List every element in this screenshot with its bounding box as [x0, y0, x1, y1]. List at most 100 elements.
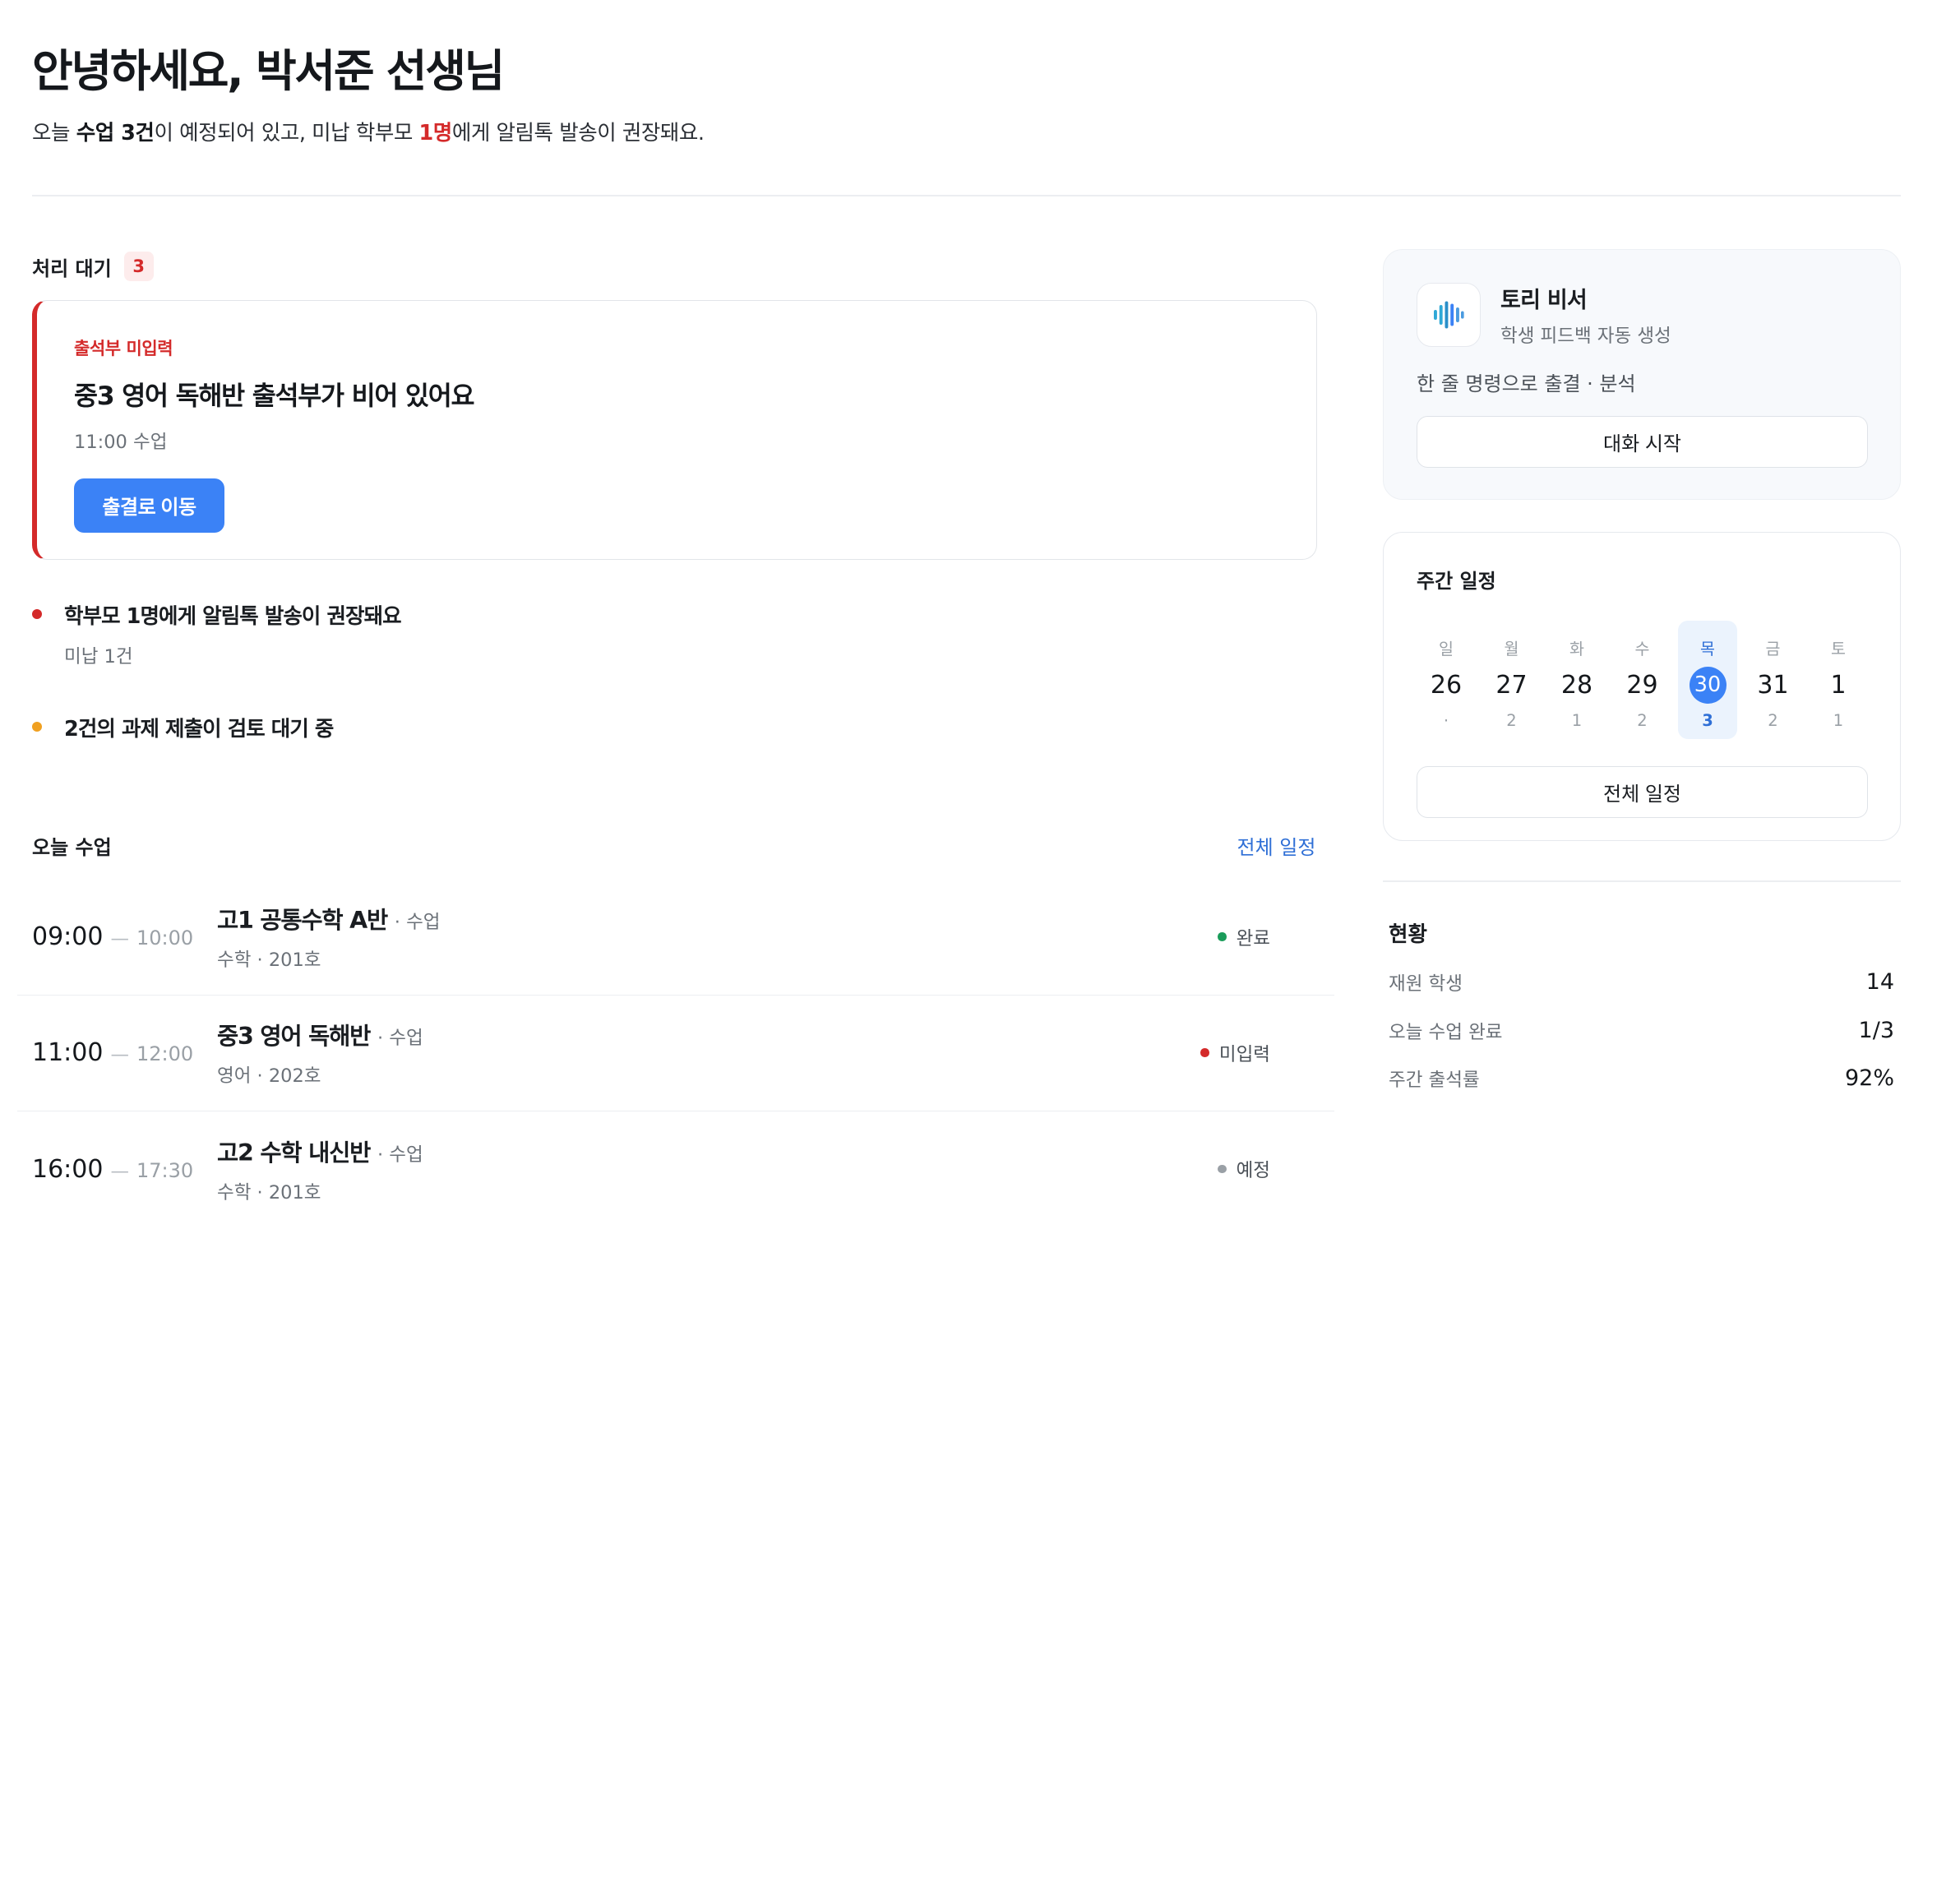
- class-kind: · 수업: [394, 912, 441, 933]
- day-count: 1: [1833, 710, 1844, 730]
- notice-item-unpaid[interactable]: 학부모 1명에게 알림톡 발송이 권장돼요 미납 1건: [32, 599, 402, 668]
- class-name-text: 중3 영어 독해반: [217, 1023, 371, 1050]
- class-info: 중3 영어 독해반 · 수업 영어 · 202호: [217, 1018, 1186, 1088]
- today-classes-title: 오늘 수업: [32, 836, 112, 859]
- class-info: 고2 수학 내신반 · 수업 수학 · 201호: [217, 1134, 1186, 1204]
- class-row[interactable]: 16:00 — 17:30 고2 수학 내신반 · 수업 수학 · 201호 예정: [17, 1111, 1334, 1227]
- class-room: 수학 · 201호: [217, 1181, 321, 1204]
- day-weekday: 월: [1504, 639, 1519, 658]
- notice-dot-orange: [32, 721, 42, 732]
- today-summary: 오늘 수업 3건이 예정되어 있고, 미납 학부모 1명에게 알림톡 발송이 권…: [32, 116, 705, 146]
- assistant-header: 토리 비서 학생 피드백 자동 생성: [1417, 282, 1866, 348]
- class-start: 11:00: [32, 1038, 104, 1067]
- summary-parent-count: 1명: [418, 121, 453, 146]
- header-divider: [32, 195, 1901, 196]
- class-row[interactable]: 11:00 — 12:00 중3 영어 독해반 · 수업 영어 · 202호 미입력: [17, 996, 1334, 1111]
- time-dash: —: [110, 1044, 129, 1065]
- status-label: 완료: [1236, 927, 1270, 950]
- day-count: 2: [1637, 710, 1648, 730]
- class-name: 중3 영어 독해반 · 수업: [217, 1018, 1186, 1051]
- time-dash: —: [110, 1160, 129, 1182]
- attendance-alert-card: 출석부 미입력 중3 영어 독해반 출석부가 비어 있어요 11:00 수업 출…: [32, 299, 1317, 560]
- class-time: 09:00 — 10:00: [17, 922, 217, 951]
- class-status: 완료: [1186, 924, 1334, 950]
- day-count: 2: [1506, 710, 1517, 730]
- summary-mid: 이 예정되어 있고, 미납 학부모: [154, 121, 419, 146]
- notice-sub: 미납 1건: [64, 646, 133, 668]
- assistant-command-hint: 한 줄 명령으로 출결 · 분석: [1417, 372, 1636, 395]
- day-cell[interactable]: 금 31 2: [1744, 621, 1803, 739]
- class-status: 예정: [1186, 1156, 1334, 1182]
- class-name: 고1 공통수학 A반 · 수업: [217, 902, 1186, 936]
- class-kind: · 수업: [377, 1028, 423, 1049]
- class-status: 미입력: [1186, 1040, 1334, 1066]
- day-weekday: 화: [1569, 639, 1584, 658]
- day-cell[interactable]: 월 27 2: [1482, 621, 1542, 739]
- status-dot: [1218, 932, 1227, 941]
- day-count: 1: [1571, 710, 1583, 730]
- stat-value: 92%: [1844, 1065, 1894, 1091]
- class-row[interactable]: 09:00 — 10:00 고1 공통수학 A반 · 수업 수학 · 201호 완료: [17, 880, 1334, 996]
- class-room: 수학 · 201호: [217, 950, 321, 971]
- class-name: 고2 수학 내신반 · 수업: [217, 1134, 1186, 1168]
- day-number: 26: [1430, 670, 1463, 700]
- day-cell[interactable]: 토 1 1: [1809, 621, 1868, 739]
- day-cell[interactable]: 화 28 1: [1547, 621, 1606, 739]
- class-room: 영어 · 202호: [217, 1065, 321, 1087]
- day-count: 2: [1768, 710, 1778, 730]
- class-name-text: 고1 공통수학 A반: [217, 907, 388, 934]
- pending-section-title: 처리 대기 3: [32, 252, 154, 281]
- stat-label: 오늘 수업 완료: [1389, 1021, 1503, 1043]
- class-time: 16:00 — 17:30: [17, 1155, 217, 1184]
- pending-title-label: 처리 대기: [32, 256, 112, 280]
- summary-prefix: 오늘: [32, 121, 76, 146]
- assistant-card: 토리 비서 학생 피드백 자동 생성 한 줄 명령으로 출결 · 분석 대화 시…: [1382, 249, 1901, 500]
- day-weekday: 금: [1765, 639, 1781, 658]
- weekly-schedule-title: 주간 일정: [1417, 569, 1496, 593]
- stat-value: 1/3: [1858, 1017, 1894, 1043]
- weekly-schedule-card: 주간 일정 일 26 · 월 27 2 화 28 1 수 29 2 목 30 3 금 31 2 토11 …: [1382, 531, 1901, 841]
- day-number: 30: [1689, 666, 1727, 704]
- day-number: 1: [1830, 670, 1847, 700]
- stat-row: 재원 학생 14: [1389, 969, 1894, 996]
- class-info: 고1 공통수학 A반 · 수업 수학 · 201호: [217, 902, 1186, 972]
- start-chat-button[interactable]: 대화 시작: [1417, 416, 1868, 468]
- notice-item-assignments[interactable]: 2건의 과제 제출이 검토 대기 중: [32, 712, 334, 742]
- summary-class-count: 수업 3건: [76, 121, 155, 146]
- status-dot: [1218, 1164, 1227, 1174]
- assistant-desc: 학생 피드백 자동 생성: [1500, 326, 1671, 347]
- summary-suffix: 에게 알림톡 발송이 권장돼요.: [451, 121, 705, 146]
- notice-title: 학부모 1명에게 알림톡 발송이 권장돼요: [64, 604, 402, 629]
- alert-time: 11:00 수업: [74, 431, 168, 453]
- stats-divider: [1382, 880, 1901, 882]
- day-cell[interactable]: 일 26 ·: [1417, 621, 1476, 739]
- stat-value: 14: [1865, 969, 1894, 995]
- notice-title: 2건의 과제 제출이 검토 대기 중: [64, 716, 334, 742]
- day-count: 3: [1702, 710, 1713, 730]
- day-cell[interactable]: 수 29 2: [1613, 621, 1672, 739]
- pending-count-badge: 3: [123, 252, 154, 281]
- day-cell-today[interactable]: 목 30 3: [1678, 620, 1737, 739]
- dashboard-page: 안녕하세요, 박서준 선생님 오늘 수업 3건이 예정되어 있고, 미납 학부모…: [0, 0, 1960, 1265]
- class-end: 10:00: [136, 926, 194, 950]
- stat-label: 주간 출석률: [1389, 1070, 1480, 1091]
- status-dot: [1200, 1048, 1209, 1057]
- assistant-logo-icon: [1417, 283, 1481, 347]
- class-end: 12:00: [136, 1042, 194, 1065]
- view-all-schedule-link[interactable]: 전체 일정: [1237, 831, 1316, 860]
- notice-dot-red: [32, 609, 42, 619]
- greeting-title: 안녕하세요, 박서준 선생님: [32, 45, 505, 97]
- day-number: 27: [1495, 670, 1528, 700]
- status-label: 미입력: [1218, 1043, 1270, 1065]
- day-weekday: 일: [1439, 639, 1454, 658]
- stat-label: 재원 학생: [1389, 973, 1463, 995]
- class-name-text: 고2 수학 내신반: [217, 1139, 371, 1167]
- day-number: 28: [1560, 670, 1593, 700]
- go-to-attendance-button[interactable]: 출결로 이동: [74, 478, 224, 533]
- class-end: 17:30: [136, 1158, 194, 1182]
- stats-title: 현황: [1389, 922, 1427, 947]
- alert-title: 중3 영어 독해반 출석부가 비어 있어요: [74, 381, 474, 411]
- full-schedule-button[interactable]: 전체 일정: [1417, 765, 1868, 818]
- class-start: 16:00: [32, 1154, 104, 1184]
- stat-row: 주간 출석률 92%: [1389, 1065, 1894, 1092]
